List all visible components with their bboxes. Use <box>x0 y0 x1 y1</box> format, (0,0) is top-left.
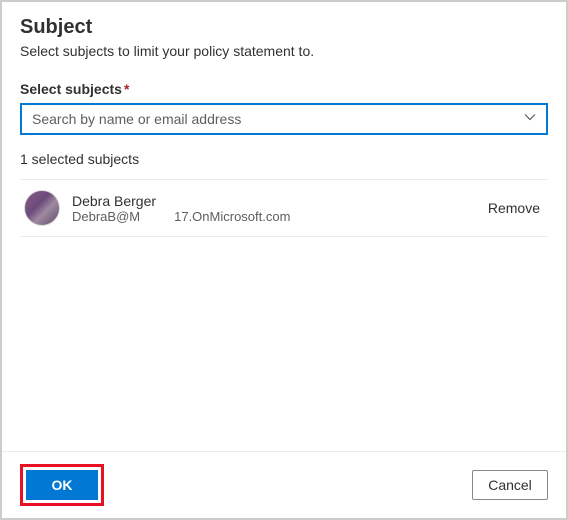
page-title: Subject <box>20 16 548 39</box>
selected-count: 1 selected subjects <box>20 151 548 167</box>
select-subjects-label: Select subjects* <box>20 81 548 97</box>
page-subtitle: Select subjects to limit your policy sta… <box>20 43 548 59</box>
search-placeholder: Search by name or email address <box>32 111 241 127</box>
chevron-down-icon <box>524 110 536 128</box>
user-info: Debra Berger DebraB@M 17.OnMicrosoft.com <box>72 193 476 224</box>
cancel-button[interactable]: Cancel <box>472 470 548 500</box>
required-asterisk: * <box>124 81 129 97</box>
search-input[interactable]: Search by name or email address <box>20 103 548 135</box>
footer: OK Cancel <box>2 451 566 518</box>
highlight-box: OK <box>20 464 104 506</box>
ok-button[interactable]: OK <box>26 470 98 500</box>
list-item: Debra Berger DebraB@M 17.OnMicrosoft.com… <box>20 179 548 237</box>
user-name: Debra Berger <box>72 193 476 209</box>
avatar <box>24 190 60 226</box>
user-email: DebraB@M 17.OnMicrosoft.com <box>72 209 476 224</box>
remove-button[interactable]: Remove <box>488 200 544 216</box>
